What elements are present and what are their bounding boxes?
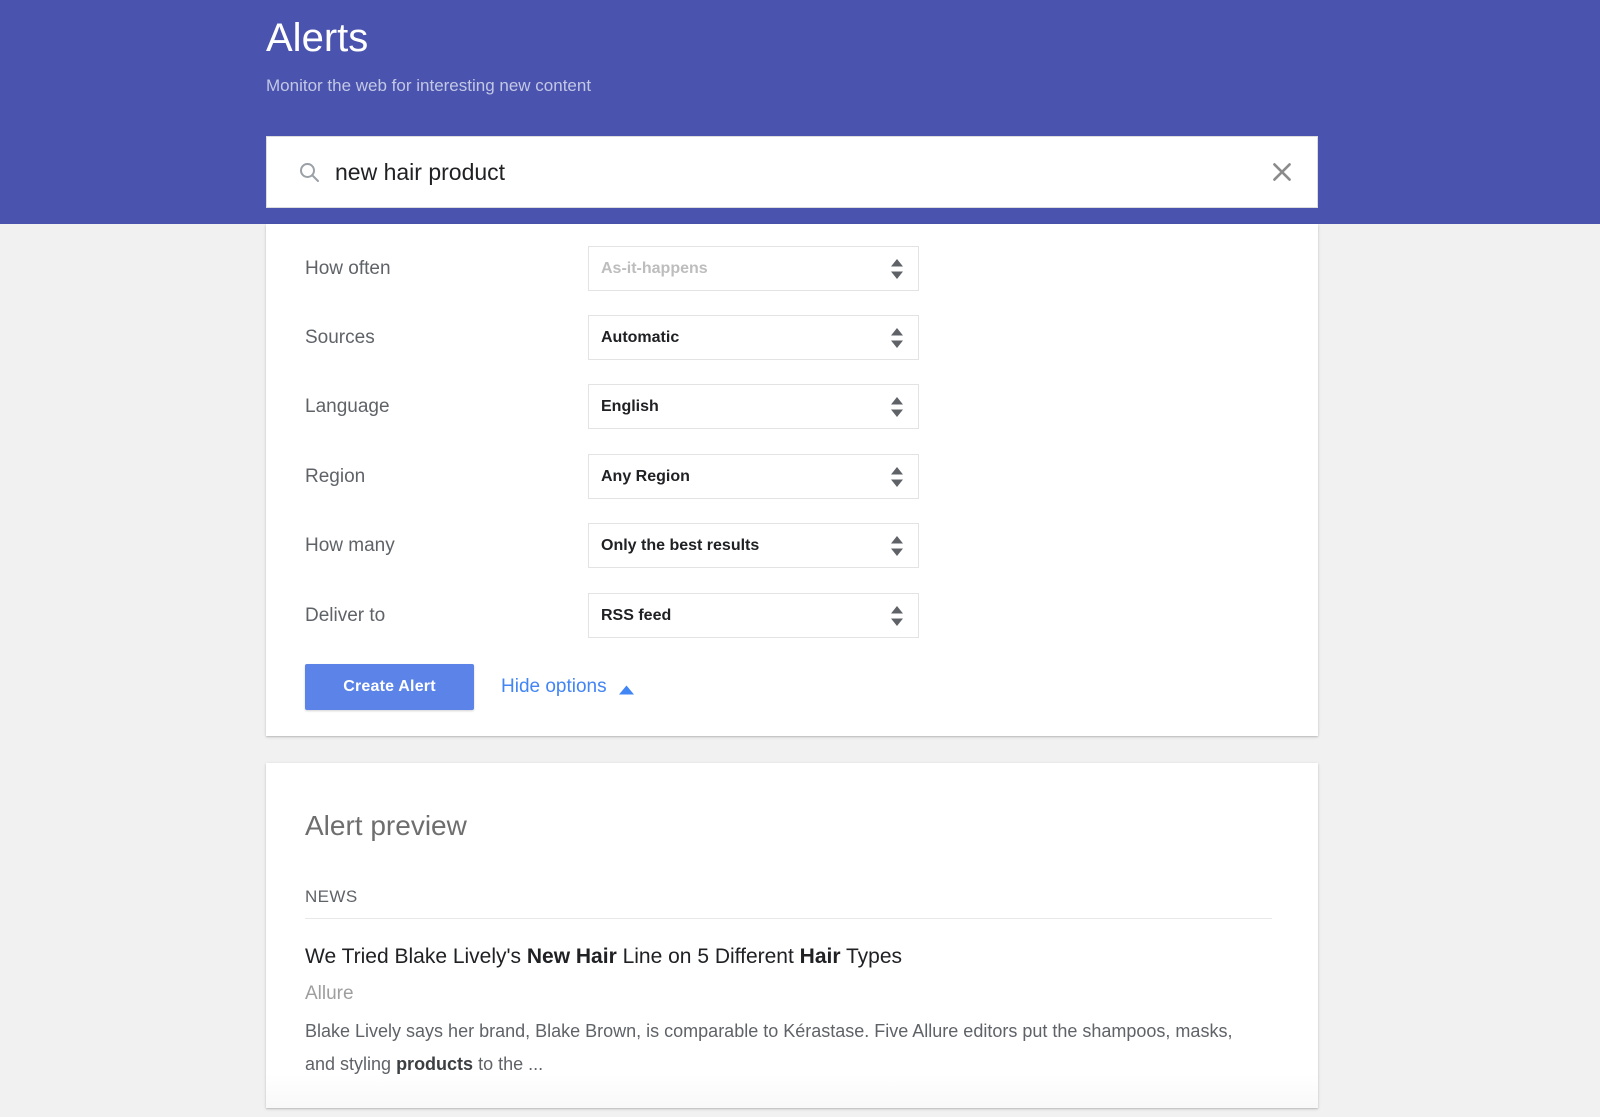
search-icon — [297, 160, 321, 184]
stepper-arrows-icon — [890, 396, 904, 418]
stepper-arrows-icon — [890, 258, 904, 280]
select-region[interactable]: Any Region — [588, 454, 919, 499]
option-row-how-often: How often As-it-happens — [266, 246, 1318, 291]
search-input[interactable] — [335, 137, 1485, 207]
stepper-arrows-icon — [890, 535, 904, 557]
hide-options-toggle[interactable]: Hide options — [501, 664, 634, 710]
result-snippet: Blake Lively says her brand, Blake Brown… — [305, 1021, 1233, 1074]
preview-divider — [305, 918, 1272, 919]
stepper-arrows-icon — [890, 327, 904, 349]
option-row-how-many: How many Only the best results — [266, 523, 1318, 568]
option-row-deliver-to: Deliver to RSS feed — [266, 593, 1318, 638]
caret-up-icon — [618, 682, 634, 695]
select-value-sources: Automatic — [601, 329, 680, 346]
result-source: Allure — [305, 983, 354, 1004]
option-row-region: Region Any Region — [266, 454, 1318, 499]
preview-title: Alert preview — [305, 810, 467, 841]
option-label-sources: Sources — [305, 327, 375, 348]
option-row-language: Language English — [266, 384, 1318, 429]
page-title: Alerts — [266, 16, 369, 60]
option-label-region: Region — [305, 466, 366, 487]
select-value-region: Any Region — [601, 468, 690, 485]
select-sources[interactable]: Automatic — [588, 315, 919, 360]
page-subtitle: Monitor the web for interesting new cont… — [266, 76, 592, 95]
select-value-how-many: Only the best results — [601, 537, 760, 554]
close-icon[interactable] — [1269, 159, 1295, 185]
stepper-arrows-icon — [890, 605, 904, 627]
hide-options-label: Hide options — [501, 676, 607, 697]
option-label-deliver-to: Deliver to — [305, 605, 386, 626]
option-label-how-often: How often — [305, 258, 391, 279]
preview-section-label-news: NEWS — [305, 887, 358, 906]
option-label-language: Language — [305, 396, 390, 417]
select-language[interactable]: English — [588, 384, 919, 429]
select-value-language: English — [601, 398, 659, 415]
select-value-deliver-to: RSS feed — [601, 607, 672, 624]
alert-search-box[interactable] — [266, 136, 1485, 208]
create-alert-button[interactable]: Create Alert — [305, 664, 474, 710]
select-how-often[interactable]: As-it-happens — [588, 246, 919, 291]
alert-options-card: How often As-it-happens Sources Automati… — [266, 224, 1318, 736]
alert-preview-card: Alert preview NEWS We Tried Blake Lively… — [266, 763, 1318, 1108]
select-value-how-often: As-it-happens — [601, 260, 708, 277]
select-deliver-to[interactable]: RSS feed — [588, 593, 919, 638]
select-how-many[interactable]: Only the best results — [588, 523, 919, 568]
option-row-sources: Sources Automatic — [266, 315, 1318, 360]
stepper-arrows-icon — [890, 466, 904, 488]
page-header: Alerts Monitor the web for interesting n… — [0, 0, 1600, 224]
option-label-how-many: How many — [305, 535, 395, 556]
result-headline[interactable]: We Tried Blake Lively's New Hair Line on… — [305, 945, 902, 969]
